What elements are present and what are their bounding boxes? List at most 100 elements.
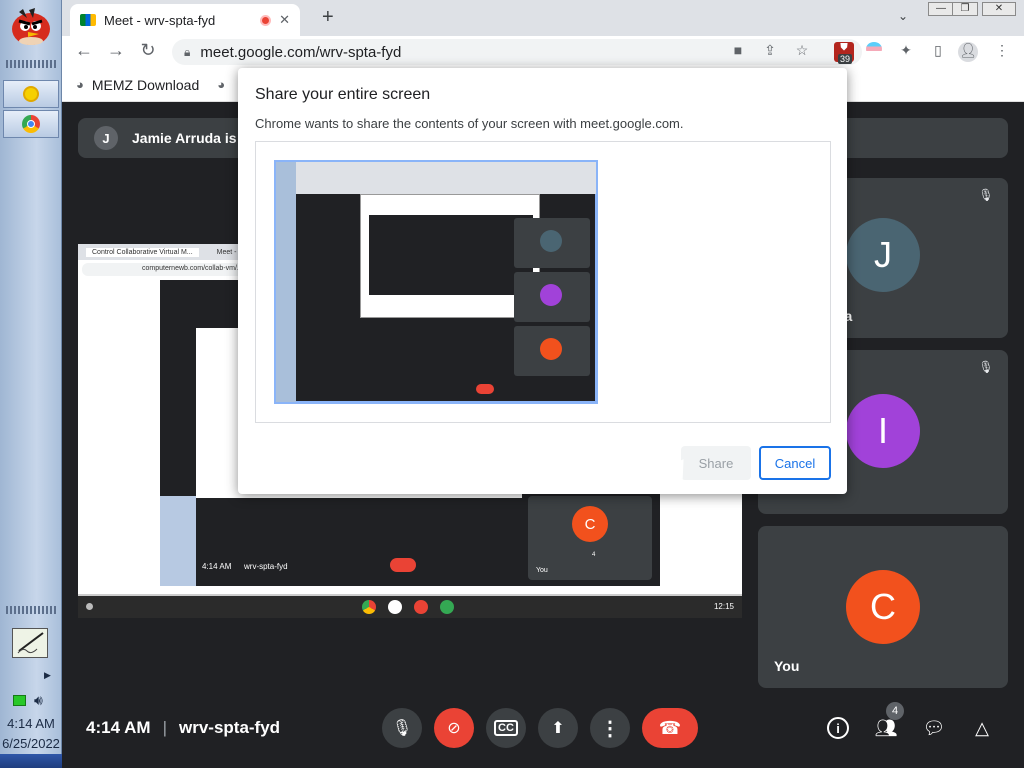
presented-end-call xyxy=(390,558,416,572)
url-text: meet.google.com/wrv-spta-fyd xyxy=(200,43,402,61)
presented-tile-avatar: C xyxy=(572,506,608,542)
back-button[interactable]: ← xyxy=(68,40,100,61)
camera-in-use-icon[interactable]: ■ xyxy=(728,42,748,62)
mic-button[interactable]: 🎙︎ xyxy=(382,708,422,748)
captions-icon: CC xyxy=(494,720,518,736)
thumb-tile-j xyxy=(514,218,590,268)
address-bar[interactable]: 🔒︎ meet.google.com/wrv-spta-fyd xyxy=(172,39,862,65)
shelf-youtube-icon xyxy=(414,600,428,614)
side-panel-icon[interactable]: ▯ xyxy=(928,42,948,62)
bookmark-memz[interactable]: MEMZ Download xyxy=(92,77,199,93)
activities-button[interactable]: △ xyxy=(968,714,996,742)
mic-off-icon: 🎙︎ xyxy=(978,360,994,374)
participant-tile-you[interactable]: C You xyxy=(758,526,1008,688)
more-vert-icon: ⋮ xyxy=(600,717,620,740)
meeting-details: 4:14 AM | wrv-spta-fyd xyxy=(86,718,280,738)
participant-name-you: You xyxy=(774,658,800,674)
chat-button[interactable]: 💬︎ xyxy=(920,714,948,742)
taskbar-item-chrome[interactable] xyxy=(3,110,59,138)
globe-icon: ◕ xyxy=(217,77,226,92)
taskbar-time: 4:14 AM xyxy=(7,716,55,731)
restore-button[interactable]: ❐ xyxy=(952,2,978,16)
banner-text: Jamie Arruda is xyxy=(132,130,237,146)
camera-off-button[interactable]: ⊘ xyxy=(434,708,474,748)
taskbar-item-folder[interactable] xyxy=(3,80,59,108)
dialog-title: Share your entire screen xyxy=(255,86,431,103)
extension-shield-icon[interactable]: ⛊ 39 xyxy=(834,42,854,64)
people-icon: 👥︎ xyxy=(874,717,898,738)
volume-icon[interactable]: 🔊︎ xyxy=(34,692,43,709)
tray-expand-icon[interactable]: ▶ xyxy=(44,670,51,681)
memz-globe-icon: ◕ xyxy=(76,77,84,92)
thumb-tile-i xyxy=(514,272,590,322)
tab-meet[interactable]: Meet - wrv-spta-fyd ✕ xyxy=(70,4,300,36)
microphone-icon: 🎙︎ xyxy=(391,720,413,737)
extension-flag-icon[interactable] xyxy=(864,42,884,62)
shelf-launcher-icon xyxy=(86,603,93,610)
taskbar-footer xyxy=(0,754,62,768)
menu-kebab-icon[interactable]: ⋮ xyxy=(992,42,1012,62)
thumb-dialog-preview xyxy=(369,215,533,295)
chrome-icon xyxy=(22,115,40,133)
shelf-clock: 12:15 xyxy=(713,602,734,611)
presented-code: wrv-spta-fyd xyxy=(244,562,288,571)
participant-avatar-c: C xyxy=(846,570,920,644)
screen-thumbnail[interactable] xyxy=(274,160,598,404)
presented-shelf: 12:15 xyxy=(78,596,742,618)
bookmark-star-icon[interactable]: ☆ xyxy=(792,42,812,62)
reload-button[interactable]: ↻ xyxy=(132,40,164,61)
present-screen-icon: ⬆ xyxy=(551,720,565,737)
extension-badge: 39 xyxy=(838,54,853,64)
lock-icon: 🔒︎ xyxy=(184,44,191,59)
forward-button[interactable]: → xyxy=(100,40,132,61)
participant-avatar-i: I xyxy=(846,394,920,468)
share-button[interactable]: Share xyxy=(681,446,751,480)
meeting-info-button[interactable]: i xyxy=(824,714,852,742)
present-button[interactable]: ⬆ xyxy=(538,708,578,748)
pen-tablet-icon[interactable] xyxy=(12,628,48,658)
recording-indicator-icon xyxy=(260,14,272,26)
os-taskbar: ▶ 🔊︎ 4:14 AM 6/25/2022 xyxy=(0,0,62,768)
captions-button[interactable]: CC xyxy=(486,708,526,748)
meeting-separator: | xyxy=(162,718,167,737)
presented-tile-name: You xyxy=(536,567,548,574)
profile-avatar-icon[interactable]: 👤︎ xyxy=(958,42,978,62)
tab-title: Meet - wrv-spta-fyd xyxy=(104,12,216,28)
thumb-tile-c xyxy=(514,326,590,376)
presented-time: 4:14 AM xyxy=(202,562,232,571)
share-icon[interactable]: ⇪ xyxy=(760,42,780,62)
camera-off-icon: ⊘ xyxy=(447,720,461,737)
presented-people-count: 4 xyxy=(592,552,596,558)
new-tab-button[interactable]: + xyxy=(322,6,334,29)
people-button[interactable]: 👥︎ 4 xyxy=(872,702,904,742)
banner-avatar: J xyxy=(94,126,118,150)
extensions-puzzle-icon[interactable]: ✦ xyxy=(896,42,916,62)
dialog-subtitle: Chrome wants to share the contents of yo… xyxy=(255,116,684,131)
taskbar-date: 6/25/2022 xyxy=(2,736,60,751)
tray-grip[interactable] xyxy=(6,606,56,614)
thumb-browser-bar xyxy=(296,162,596,194)
meet-control-bar: 4:14 AM | wrv-spta-fyd 🎙︎ ⊘ CC ⬆ ⋮ ☎ i 👥… xyxy=(62,700,1024,768)
shelf-gmail-icon xyxy=(388,600,402,614)
close-window-button[interactable]: ✕ xyxy=(982,2,1016,16)
leave-call-button[interactable]: ☎ xyxy=(642,708,698,748)
thumb-dialog xyxy=(360,194,540,318)
tab-search-icon[interactable]: ⌄ xyxy=(898,9,908,23)
angry-bird-start-icon[interactable] xyxy=(9,6,53,46)
chat-icon: 💬︎ xyxy=(922,717,946,738)
activities-shapes-icon: △ xyxy=(975,717,989,738)
people-count-badge: 4 xyxy=(886,702,904,720)
end-call-icon: ☎ xyxy=(658,717,682,738)
mic-off-icon: 🎙︎ xyxy=(978,188,994,202)
meet-favicon xyxy=(80,14,96,26)
taskbar-grip[interactable] xyxy=(6,60,56,68)
presented-tile: C You xyxy=(528,496,652,580)
presented-url: computernewb.com/collab-vm/... xyxy=(142,265,243,272)
shelf-chrome-icon xyxy=(362,600,376,614)
more-options-button[interactable]: ⋮ xyxy=(590,708,630,748)
tab-close-icon[interactable]: ✕ xyxy=(279,12,290,28)
meeting-time: 4:14 AM xyxy=(86,718,151,737)
minimize-button[interactable]: — xyxy=(928,2,954,16)
share-screen-dialog: Share your entire screen Chrome wants to… xyxy=(238,68,847,494)
cancel-button[interactable]: Cancel xyxy=(759,446,831,480)
